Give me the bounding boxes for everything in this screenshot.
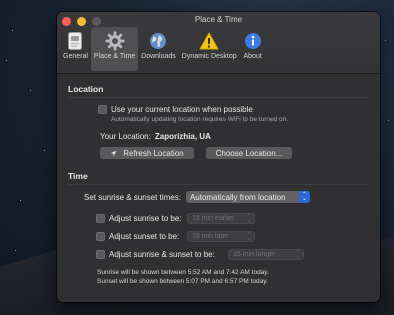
choose-location-button[interactable]: Choose Location...	[206, 147, 292, 159]
location-buttons-row: Refresh Location Choose Location...	[100, 147, 369, 159]
your-location-label: Your Location:	[100, 132, 151, 141]
tab-dynamic-desktop-label: Dynamic Desktop	[181, 53, 237, 60]
sunrise-sunset-select[interactable]: Automatically from location ⌃ ⌄	[185, 191, 310, 203]
select-arrows-icon: ⌃ ⌄	[298, 191, 310, 203]
window-title: Place & Time	[194, 15, 243, 24]
use-current-location-subtext: Automatically updating location requires…	[111, 116, 289, 123]
summary-sunset: Sunset will be shown between 5:07 PM and…	[97, 278, 268, 285]
preferences-toolbar: General Place & Time Downloads Dynamic D…	[60, 27, 266, 71]
stepper-arrows-icon: ⌃ ⌄	[246, 214, 251, 224]
tab-place-time-label: Place & Time	[93, 53, 136, 60]
adjust-sunrise-row: Adjust sunrise to be: 15 min earlier ⌃ ⌄	[96, 213, 369, 224]
time-divider	[68, 184, 369, 185]
titlebar: Place & Time General Place & Time Downlo…	[57, 12, 380, 74]
tab-about-label: About	[243, 53, 262, 60]
time-section-title: Time	[68, 171, 88, 181]
adjust-sunrise-value: 15 min earlier	[192, 215, 235, 222]
adjust-sunset-label: Adjust sunset to be:	[109, 232, 180, 241]
tab-general[interactable]: General	[60, 27, 91, 71]
globe-icon	[148, 31, 168, 51]
choose-location-label: Choose Location...	[215, 148, 283, 158]
gear-icon	[105, 31, 125, 51]
tab-dynamic-desktop[interactable]: Dynamic Desktop	[179, 27, 240, 71]
summary-block: Sunrise will be shown between 5:52 AM an…	[97, 268, 369, 286]
your-location-value: Zaporizhia, UA	[154, 132, 211, 141]
content-area: Location Use your current location when …	[57, 84, 380, 286]
adjust-sunrise-select[interactable]: 15 min earlier ⌃ ⌄	[187, 213, 255, 224]
adjust-sunset-select[interactable]: 15 min later ⌃ ⌄	[187, 231, 255, 242]
location-section-title: Location	[68, 84, 104, 94]
adjust-sunset-checkbox[interactable]	[96, 232, 105, 241]
tab-about[interactable]: About	[240, 27, 266, 71]
tab-downloads[interactable]: Downloads	[138, 27, 179, 71]
use-current-location-label: Use your current location when possible	[111, 105, 253, 114]
location-arrow-icon	[110, 150, 117, 157]
warning-icon	[199, 31, 219, 51]
tab-place-time[interactable]: Place & Time	[90, 27, 139, 71]
adjust-both-label: Adjust sunrise & sunset to be:	[109, 250, 215, 259]
stepper-arrows-icon: ⌃ ⌄	[246, 232, 251, 242]
summary-sunrise: Sunrise will be shown between 5:52 AM an…	[97, 269, 269, 276]
location-divider	[68, 97, 369, 98]
refresh-location-button[interactable]: Refresh Location	[100, 147, 194, 159]
adjust-sunset-value: 15 min later	[192, 233, 229, 240]
use-current-location-checkbox[interactable]	[98, 105, 107, 114]
your-location-row: Your Location: Zaporizhia, UA	[100, 132, 369, 141]
preferences-window: Place & Time General Place & Time Downlo…	[57, 12, 380, 302]
adjust-both-value: 15 min longer	[233, 251, 276, 258]
adjust-both-checkbox[interactable]	[96, 250, 105, 259]
sunrise-sunset-value: Automatically from location	[189, 192, 286, 202]
general-icon	[65, 31, 85, 51]
adjust-sunrise-label: Adjust sunrise to be:	[109, 214, 182, 223]
use-current-location-row[interactable]: Use your current location when possible	[98, 105, 369, 114]
adjust-both-select[interactable]: 15 min longer ⌃ ⌄	[228, 249, 304, 260]
tab-general-label: General	[63, 53, 88, 60]
sunrise-sunset-label: Set sunrise & sunset times:	[84, 192, 181, 202]
sunrise-sunset-row: Set sunrise & sunset times: Automaticall…	[84, 191, 369, 203]
stepper-arrows-icon: ⌃ ⌄	[295, 250, 300, 260]
adjust-sunset-row: Adjust sunset to be: 15 min later ⌃ ⌄	[96, 231, 369, 242]
info-icon	[243, 31, 263, 51]
tab-downloads-label: Downloads	[141, 53, 176, 60]
adjust-both-row: Adjust sunrise & sunset to be: 15 min lo…	[96, 249, 369, 260]
adjust-sunrise-checkbox[interactable]	[96, 214, 105, 223]
refresh-location-label: Refresh Location	[123, 148, 184, 158]
